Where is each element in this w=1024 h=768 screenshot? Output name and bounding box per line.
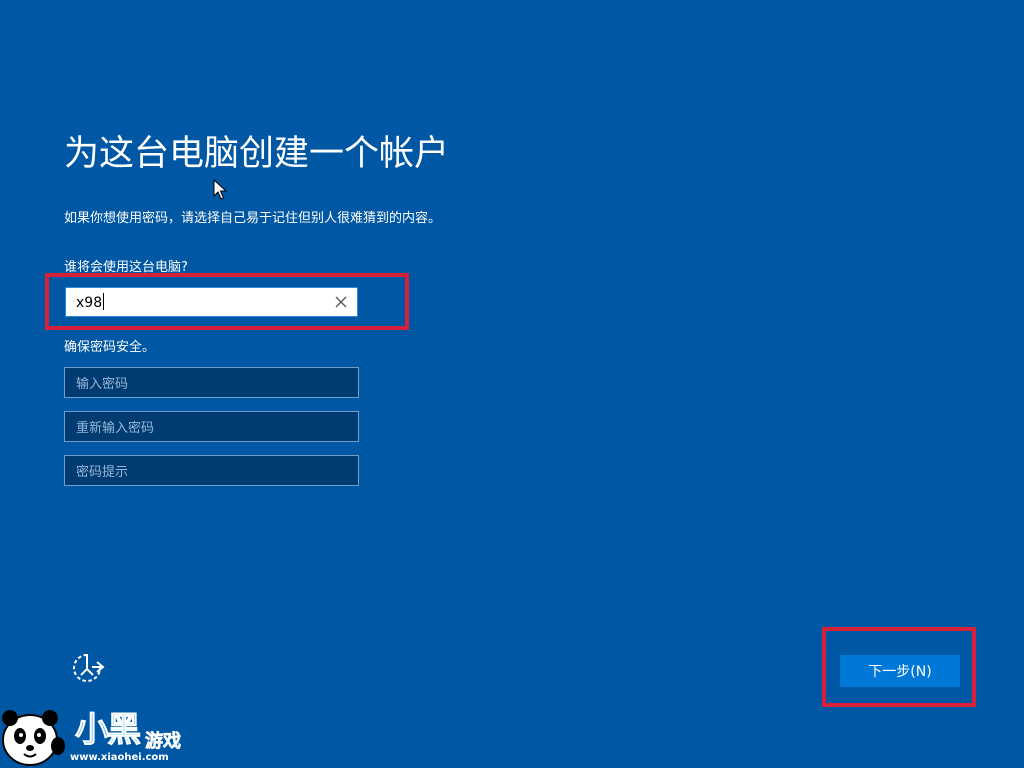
password-input[interactable]: 输入密码 (64, 367, 359, 398)
watermark-sub-text: 游戏 (145, 731, 182, 753)
password-placeholder: 输入密码 (76, 377, 129, 392)
username-input[interactable]: x98 (65, 287, 358, 317)
password-hint-placeholder: 密码提示 (76, 465, 129, 480)
ease-of-access-icon[interactable] (70, 651, 106, 683)
confirm-password-placeholder: 重新输入密码 (76, 421, 155, 436)
password-section-label: 确保密码安全。 (64, 340, 156, 355)
username-label: 谁将会使用这台电脑? (64, 260, 188, 275)
password-hint-input[interactable]: 密码提示 (64, 455, 359, 486)
close-icon[interactable] (333, 294, 349, 310)
page-subtitle: 如果你想使用密码，请选择自己易于记住但别人很难猜到的内容。 (64, 211, 442, 226)
watermark-url: www.xiaohei.com (70, 752, 169, 763)
account-setup-screen: 为这台电脑创建一个帐户 如果你想使用密码，请选择自己易于记住但别人很难猜到的内容… (0, 0, 1024, 768)
confirm-password-input[interactable]: 重新输入密码 (64, 411, 359, 442)
next-button[interactable]: 下一步(N) (840, 655, 960, 687)
mouse-cursor-icon (213, 179, 227, 200)
watermark-main-text: 小黑 (75, 710, 142, 751)
username-value: x98 (76, 293, 105, 311)
page-title: 为这台电脑创建一个帐户 (64, 134, 450, 174)
